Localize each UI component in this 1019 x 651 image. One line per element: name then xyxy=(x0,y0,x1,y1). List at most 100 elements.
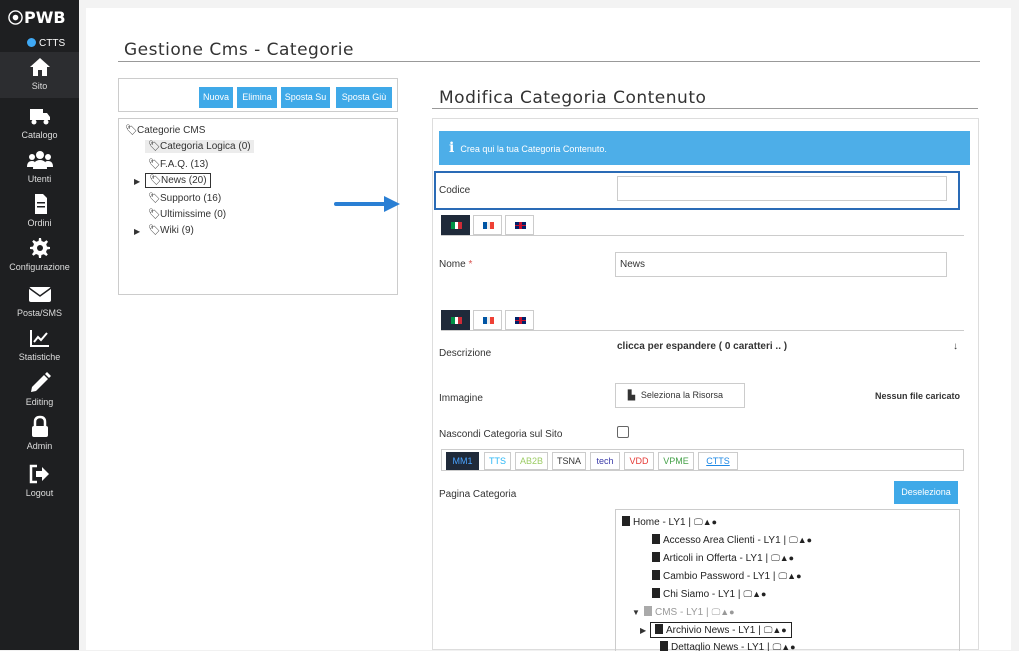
page-title: Gestione Cms - Categorie xyxy=(124,40,354,60)
content-panel: Gestione Cms - Categorie Nuova Elimina S… xyxy=(86,8,1011,651)
expand-caret-icon[interactable]: ▶ xyxy=(134,227,140,236)
device-icons: 🖵▲● xyxy=(789,535,813,545)
site-tab-label: TTS xyxy=(489,456,506,466)
delete-button[interactable]: Elimina xyxy=(237,87,277,108)
tree-item-wiki[interactable]: 🏷Wiki (9) xyxy=(148,225,194,236)
tree-root[interactable]: 🏷Categorie CMS xyxy=(125,125,205,136)
tag-icon: 🏷 xyxy=(148,209,161,220)
code-input[interactable] xyxy=(617,176,947,201)
site-tab-label: TSNA xyxy=(556,456,581,466)
nav-item-ordini[interactable]: Ordini xyxy=(0,192,79,232)
tab-french[interactable] xyxy=(473,215,502,235)
page-node-label: Home - LY1 xyxy=(633,517,686,528)
page-node-cms[interactable]: CMS - LY1 | 🖵▲● xyxy=(644,606,735,618)
expand-arrow-icon[interactable]: ↓ xyxy=(953,341,958,352)
logo-text: PWB xyxy=(24,8,66,27)
chart-icon xyxy=(29,330,49,347)
tag-icon: 🏷 xyxy=(125,125,138,136)
tree-item-supporto[interactable]: 🏷Supporto (16) xyxy=(148,193,221,204)
collapse-caret-icon[interactable]: ▼ xyxy=(632,608,640,617)
tree-item-faq[interactable]: 🏷F.A.Q. (13) xyxy=(148,159,208,170)
page-icon xyxy=(655,624,663,634)
site-tab-mm1[interactable]: MM1 xyxy=(446,452,479,470)
nav-item-configurazione[interactable]: Configurazione xyxy=(0,236,79,276)
page-icon xyxy=(652,570,660,580)
tab-english[interactable] xyxy=(505,310,534,330)
description-expand-link[interactable]: clicca per espandere ( 0 caratteri .. ) xyxy=(617,341,787,352)
site-tab-vdd[interactable]: VDD xyxy=(624,452,654,470)
site-badge-label: CTTS xyxy=(39,38,66,49)
site-tab-tsna[interactable]: TSNA xyxy=(552,452,586,470)
page-node-articoli[interactable]: Articoli in Offerta - LY1 | 🖵▲● xyxy=(652,552,794,564)
move-up-button[interactable]: Sposta Su xyxy=(281,87,330,108)
site-tab-tech[interactable]: tech xyxy=(590,452,620,470)
nav-item-catalogo[interactable]: Catalogo xyxy=(0,104,79,144)
name-input[interactable] xyxy=(615,252,947,277)
tree-item-categoria-logica[interactable]: 🏷Categoria Logica (0) xyxy=(145,140,254,153)
expand-caret-icon[interactable]: ▶ xyxy=(134,177,140,186)
document-icon xyxy=(34,194,47,214)
expand-caret-icon[interactable]: ▶ xyxy=(640,626,646,635)
nav-item-sito[interactable]: Sito xyxy=(0,52,79,98)
tree-item-label: News (20) xyxy=(161,175,207,186)
site-tab-ctts[interactable]: CTTS xyxy=(698,452,738,470)
new-button[interactable]: Nuova xyxy=(199,87,233,108)
name-label-text: Nome xyxy=(439,259,466,270)
tree-item-ultimissime[interactable]: 🏷Ultimissime (0) xyxy=(148,209,226,220)
page-node-accesso[interactable]: Accesso Area Clienti - LY1 | 🖵▲● xyxy=(652,534,812,546)
page-node-home[interactable]: Home - LY1 | 🖵▲● xyxy=(622,516,717,528)
info-text: Crea qui la tua Categoria Contenuto. xyxy=(460,144,607,154)
move-down-button[interactable]: Sposta Giù xyxy=(336,87,392,108)
name-label: Nome * xyxy=(439,259,472,270)
page-node-label: Archivio News - LY1 xyxy=(666,625,756,636)
form-title-divider xyxy=(432,108,978,109)
page-icon xyxy=(652,534,660,544)
tag-icon: 🏷 xyxy=(149,175,162,186)
device-icons: 🖵▲● xyxy=(711,607,735,617)
code-label: Codice xyxy=(439,185,471,196)
tree-item-label: F.A.Q. (13) xyxy=(160,159,209,170)
page-node-cambio-password[interactable]: Cambio Password - LY1 | 🖵▲● xyxy=(652,570,802,582)
home-icon xyxy=(29,58,50,76)
site-tab-label: MM1 xyxy=(452,456,473,466)
logout-icon xyxy=(29,464,49,484)
tree-item-label: Ultimissime (0) xyxy=(160,209,227,220)
nav-item-admin[interactable]: Admin xyxy=(0,415,79,455)
nav-item-statistiche[interactable]: Statistiche xyxy=(0,326,79,366)
tab-english[interactable] xyxy=(505,215,534,235)
device-icons: 🖵▲● xyxy=(743,589,767,599)
description-label: Descrizione xyxy=(439,348,492,359)
hide-category-checkbox[interactable] xyxy=(617,426,629,438)
select-resource-button[interactable]: ▙ Seleziona la Risorsa xyxy=(615,383,745,408)
tree-item-label: Wiki (9) xyxy=(160,225,194,236)
site-badge[interactable]: CTTS xyxy=(27,38,65,49)
logo-icon xyxy=(8,10,23,25)
page-node-label: CMS - LY1 xyxy=(655,607,704,618)
site-tab-tts[interactable]: TTS xyxy=(484,452,511,470)
nav-label: Configurazione xyxy=(9,262,70,272)
nav-label: Sito xyxy=(31,81,48,91)
select-resource-label: Seleziona la Risorsa xyxy=(640,390,723,400)
page-node-archivio-news[interactable]: Archivio News - LY1 | 🖵▲● xyxy=(650,622,792,638)
france-flag-icon xyxy=(483,222,494,229)
tab-italian[interactable] xyxy=(441,310,470,330)
tree-item-label: Supporto (16) xyxy=(160,193,222,204)
page-icon xyxy=(652,552,660,562)
nav-item-editing[interactable]: Editing xyxy=(0,371,79,411)
site-tab-label: VDD xyxy=(629,456,649,466)
page-icon xyxy=(622,516,630,526)
site-tab-vpme[interactable]: VPME xyxy=(658,452,694,470)
pencil-icon xyxy=(30,372,51,392)
separator: | xyxy=(758,625,761,636)
site-tab-ab2b[interactable]: AB2B xyxy=(515,452,548,470)
page-node-label: Articoli in Offerta - LY1 xyxy=(663,553,763,564)
tab-french[interactable] xyxy=(473,310,502,330)
nav-item-utenti[interactable]: Utenti xyxy=(0,148,79,188)
deselect-button[interactable]: Deseleziona xyxy=(894,481,958,504)
nav-item-logout[interactable]: Logout xyxy=(0,462,79,502)
page-node-chi-siamo[interactable]: Chi Siamo - LY1 | 🖵▲● xyxy=(652,588,767,600)
nav-item-posta[interactable]: Posta/SMS xyxy=(0,282,79,322)
tab-italian[interactable] xyxy=(441,215,470,235)
tree-item-news[interactable]: 🏷News (20) xyxy=(145,173,211,188)
sidebar: PWB CTTS Sito Catalogo Utenti Ordini Con… xyxy=(0,0,79,650)
